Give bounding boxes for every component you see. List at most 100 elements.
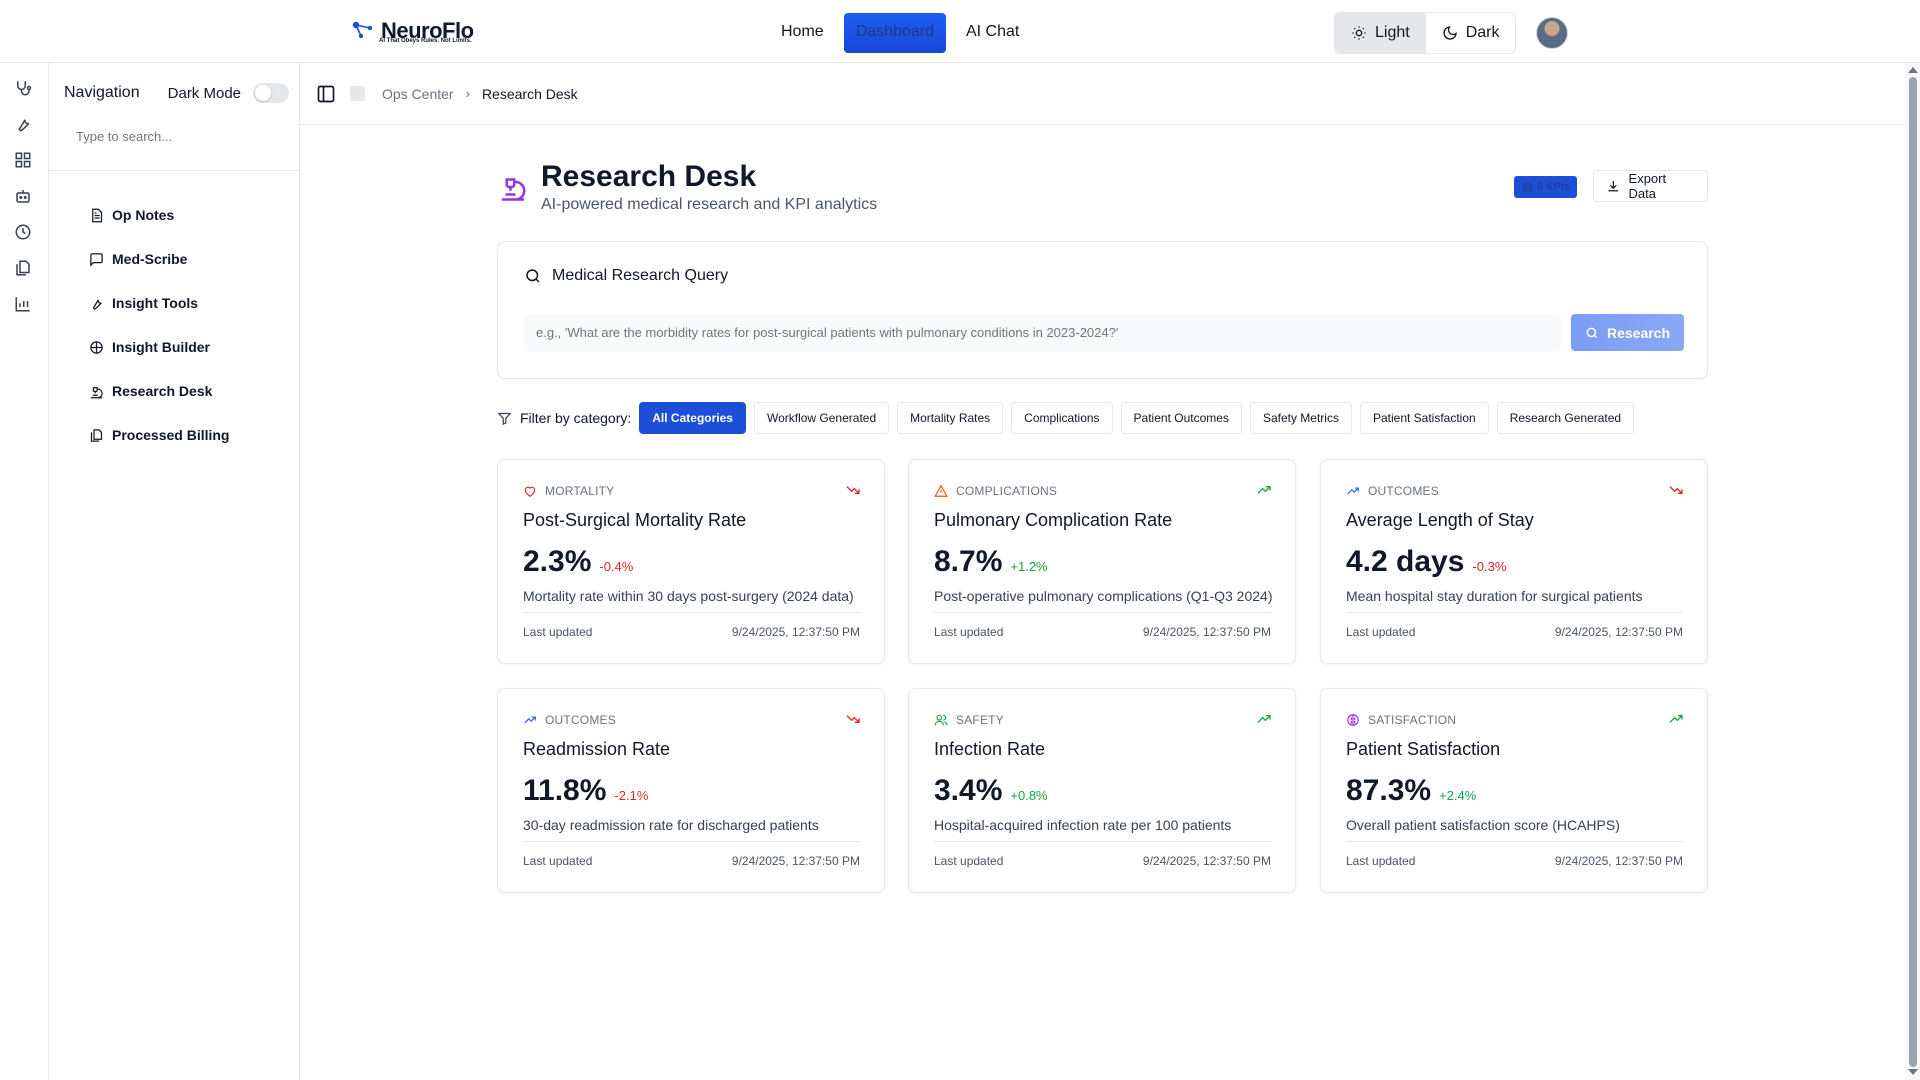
scroll-down-icon[interactable] [1908,1069,1918,1075]
kpi-category: OUTCOMES [523,713,616,727]
sidebar-item-insight-tools[interactable]: Insight Tools [89,281,229,325]
research-query-input[interactable] [524,314,1561,351]
filter-chip-mortality[interactable]: Mortality Rates [897,402,1004,434]
kpi-divider [934,612,1271,613]
kpi-description: Mortality rate within 30 days post-surge… [523,588,854,604]
user-avatar[interactable] [1536,17,1568,49]
wrench-icon[interactable] [14,115,32,133]
kpi-value-row: 3.4% +0.8% [934,774,1048,808]
search-icon [526,269,540,283]
kpi-footer: Last updated 9/24/2025, 12:37:50 PM [523,625,860,639]
kpi-updated-time: 9/24/2025, 12:37:50 PM [1554,625,1683,639]
dark-mode-switch[interactable] [253,83,289,103]
kpi-description: 30-day readmission rate for discharged p… [523,817,819,833]
sidebar-list: Op Notes Med-Scribe Insight Tools Insigh… [89,193,229,457]
sidebar-item-processed-billing[interactable]: Processed Billing [89,413,229,457]
sidebar-item-insight-builder[interactable]: Insight Builder [89,325,229,369]
panel-toggle-icon[interactable] [316,84,336,104]
kpi-delta: +2.4% [1439,788,1477,803]
brand-logo[interactable]: NeuroFlo AI That Obeys Rules. Not Limits… [351,18,474,44]
kpi-category-label: OUTCOMES [1368,484,1439,498]
kpi-title: Readmission Rate [523,739,671,759]
grid-icon[interactable] [14,151,32,169]
kpi-title: Pulmonary Complication Rate [934,510,1173,530]
nav-home[interactable]: Home [769,13,836,53]
top-nav: Home Dashboard AI Chat [769,13,1031,53]
sidebar: Navigation Dark Mode Op Notes Med-Scribe… [49,63,300,1080]
theme-light-button[interactable]: Light [1335,13,1426,53]
kpi-description: Overall patient satisfaction score (HCAH… [1346,817,1620,833]
filter-chip-satisfaction[interactable]: Patient Satisfaction [1359,402,1489,434]
microscope-icon [90,386,103,398]
kpi-count-label: 6 KPIs [1537,181,1570,193]
filter-chip-workflow[interactable]: Workflow Generated [753,402,890,434]
trend-up-icon [524,716,536,724]
sidebar-item-research-desk[interactable]: Research Desk [89,369,229,413]
kpi-card[interactable]: OUTCOMES Readmission Rate 11.8% -2.1% 30… [497,688,885,893]
query-card-title-text: Medical Research Query [552,267,729,284]
message-icon [90,252,103,267]
nav-ai-chat[interactable]: AI Chat [954,13,1031,53]
kpi-divider [523,841,860,842]
export-data-button[interactable]: Export Data [1593,170,1708,202]
kpi-divider [934,841,1271,842]
kpi-card[interactable]: SATISFACTION Patient Satisfaction 87.3% … [1320,688,1708,893]
kpi-category-label: OUTCOMES [545,713,616,727]
sidebar-item-label: Op Notes [112,207,175,223]
kpi-card[interactable]: OUTCOMES Average Length of Stay 4.2 days… [1320,459,1708,664]
category-filter: Filter by category: All Categories Workf… [497,402,1635,434]
nav-dashboard[interactable]: Dashboard [843,13,946,53]
vertical-scrollbar[interactable] [1905,63,1920,1080]
sidebar-item-label: Insight Builder [112,339,210,355]
kpi-value-row: 11.8% -2.1% [523,774,648,808]
sidebar-item-med-scribe[interactable]: Med-Scribe [89,237,229,281]
filter-chip-outcomes[interactable]: Patient Outcomes [1120,402,1242,434]
filter-chip-safety[interactable]: Safety Metrics [1249,402,1352,434]
trend-up-icon [1669,715,1683,723]
top-bar: NeuroFlo AI That Obeys Rules. Not Limits… [0,0,1920,63]
kpi-updated-label: Last updated [523,854,593,868]
kpi-category-label: COMPLICATIONS [956,484,1058,498]
kpi-updated-label: Last updated [1346,625,1416,639]
clock-icon[interactable] [14,223,32,241]
globe-icon [90,340,103,354]
export-data-label: Export Data [1628,171,1667,201]
sidebar-search-input[interactable] [64,121,274,151]
files-icon[interactable] [14,259,32,277]
research-button-label: Research [1606,324,1671,341]
kpi-description: Hospital-acquired infection rate per 100… [934,817,1232,833]
kpi-card[interactable]: COMPLICATIONS Pulmonary Complication Rat… [908,459,1296,664]
kpi-card[interactable]: SAFETY Infection Rate 3.4% +0.8% Hospita… [908,688,1296,893]
kpi-footer: Last updated 9/24/2025, 12:37:50 PM [934,625,1271,639]
theme-dark-button[interactable]: Dark [1426,13,1516,53]
scrollbar-thumb[interactable] [1909,77,1917,1067]
research-button[interactable]: Research [1571,314,1684,351]
kpi-category: COMPLICATIONS [934,484,1057,498]
breadcrumb-parent[interactable]: Ops Center [382,86,454,102]
scroll-up-icon[interactable] [1908,67,1918,73]
bar-chart-icon[interactable] [14,295,32,313]
kpi-updated-label: Last updated [523,625,593,639]
sidebar-item-op-notes[interactable]: Op Notes [89,193,229,237]
brand-tagline: AI That Obeys Rules. Not Limits. [379,38,472,44]
kpi-updated-time: 9/24/2025, 12:37:50 PM [731,625,860,639]
theme-light-label: Light [1375,24,1410,41]
stethoscope-icon[interactable] [14,79,32,97]
trend-up-icon [1257,715,1271,723]
kpi-value: 2.3% [523,545,592,578]
kpi-value-row: 4.2 days -0.3% [1346,545,1506,579]
sidebar-item-label: Research Desk [112,383,213,399]
filter-chip-complications[interactable]: Complications [1011,402,1113,434]
filter-label-text: Filter by category: [520,410,632,426]
kpi-updated-time: 9/24/2025, 12:37:50 PM [1142,854,1271,868]
sidebar-title: Navigation [64,84,140,101]
trend-down-icon [846,715,860,723]
kpi-title: Post-Surgical Mortality Rate [523,510,747,530]
kpi-category: MORTALITY [523,484,614,498]
filter-chip-research[interactable]: Research Generated [1496,402,1635,434]
kpi-card[interactable]: MORTALITY Post-Surgical Mortality Rate 2… [497,459,885,664]
robot-icon[interactable] [14,187,32,205]
filter-chip-all[interactable]: All Categories [639,402,746,434]
sidebar-item-label: Processed Billing [112,427,230,443]
kpi-updated-label: Last updated [934,854,1004,868]
